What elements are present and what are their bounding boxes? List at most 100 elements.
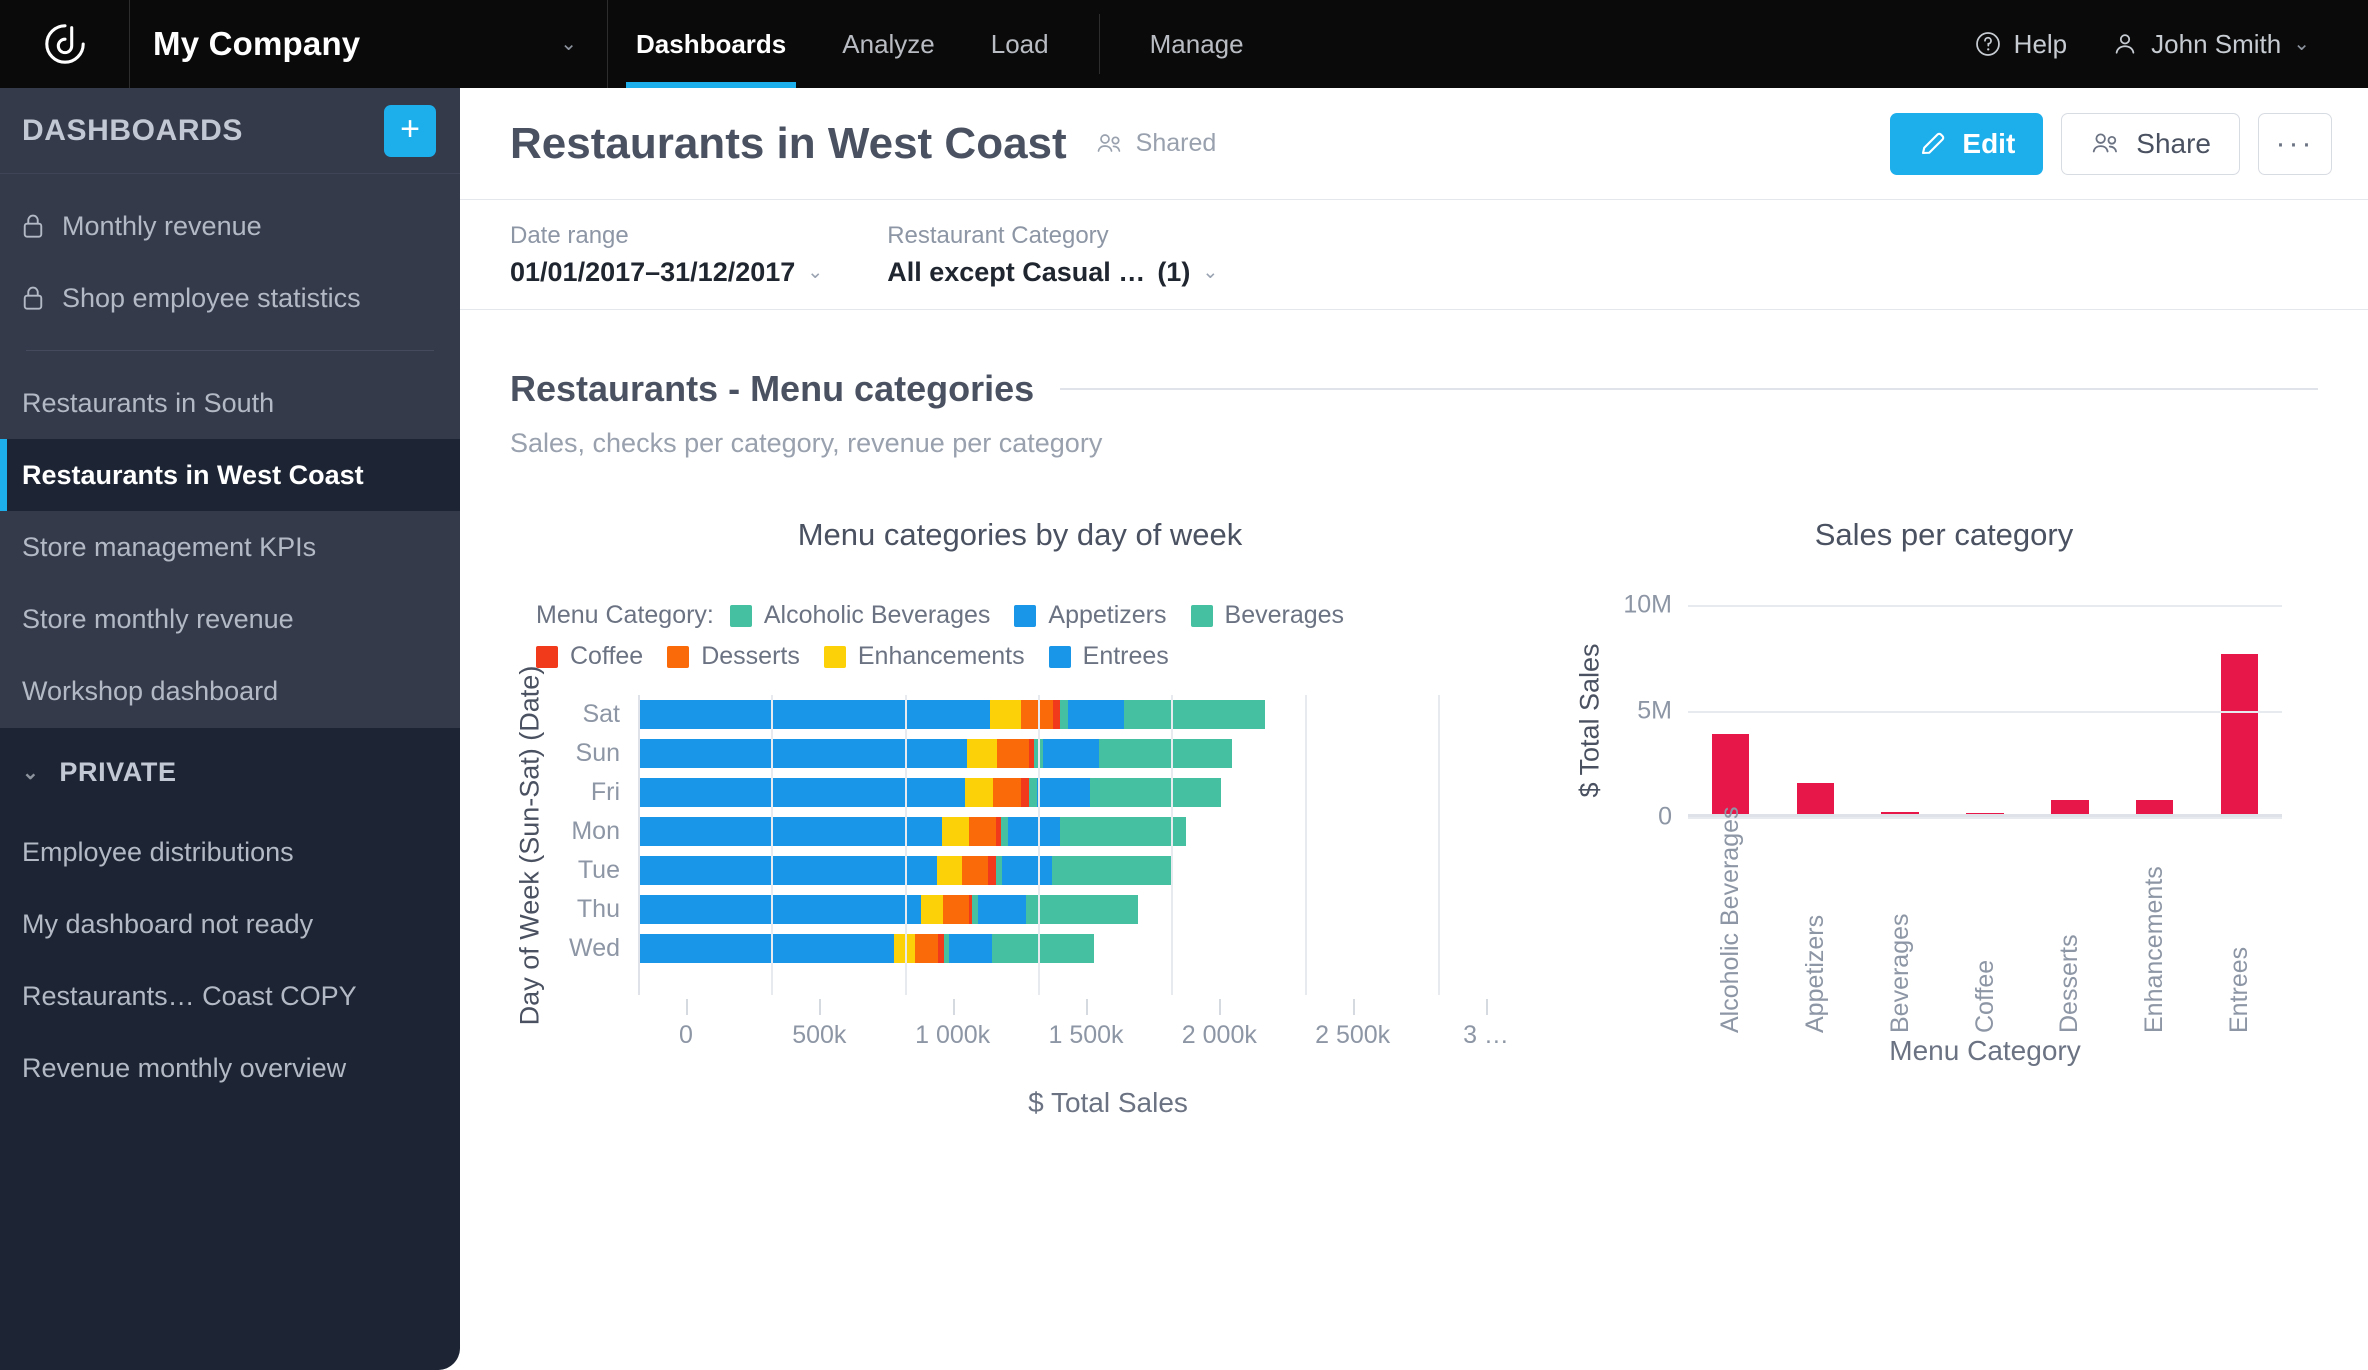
legend-item-coffee[interactable]: Coffee xyxy=(536,642,643,671)
bar-segment[interactable] xyxy=(638,817,942,846)
user-menu[interactable]: John Smith ⌄ xyxy=(2089,29,2332,60)
filter-restaurant-category[interactable]: Restaurant Category All except Casual … … xyxy=(887,222,1218,288)
bar-segment[interactable] xyxy=(1001,856,1053,885)
bar-segment[interactable] xyxy=(1052,856,1171,885)
bar-segment[interactable] xyxy=(1025,895,1138,924)
private-section-toggle[interactable]: ⌄ PRIVATE xyxy=(0,728,460,816)
bar-segment[interactable] xyxy=(997,739,1029,768)
bar-segment[interactable] xyxy=(894,934,916,963)
bar-segment[interactable] xyxy=(949,934,992,963)
legend-item-entrees[interactable]: Entrees xyxy=(1048,642,1169,671)
tab-dashboards[interactable]: Dashboards xyxy=(608,0,814,88)
bar-segment[interactable] xyxy=(1067,700,1124,729)
help-button[interactable]: Help xyxy=(1952,29,2089,60)
bar-segment[interactable] xyxy=(936,856,963,885)
legend-item-appetizers[interactable]: Appetizers xyxy=(1014,601,1167,630)
sidebar-item-my-dashboard-not-ready[interactable]: My dashboard not ready xyxy=(0,888,460,960)
bar-segment[interactable] xyxy=(988,856,996,885)
stacked-bar[interactable] xyxy=(638,856,1171,885)
bar-segment[interactable] xyxy=(1123,700,1266,729)
bar-segment[interactable] xyxy=(638,895,921,924)
bar-segment[interactable] xyxy=(977,895,1026,924)
add-dashboard-button[interactable]: + xyxy=(384,104,436,157)
stacked-bar-plot: Day of Week (Sun-Sat) (Date) Sat Sun Fri Mo… xyxy=(510,665,1530,1025)
bar-segment[interactable] xyxy=(1098,739,1232,768)
people-icon xyxy=(1097,133,1120,152)
bar-segment[interactable] xyxy=(1001,817,1009,846)
bar-segment[interactable] xyxy=(920,895,944,924)
sidebar-item-shop-employee-statistics[interactable]: Shop employee statistics xyxy=(0,262,460,334)
bar-segment[interactable] xyxy=(990,700,1022,729)
bar-segment[interactable] xyxy=(968,817,997,846)
bar-segment[interactable] xyxy=(962,856,989,885)
sidebar-item-label: Shop employee statistics xyxy=(62,282,361,313)
sidebar-item-employee-distributions[interactable]: Employee distributions xyxy=(0,816,460,888)
legend-item-desserts[interactable]: Desserts xyxy=(667,642,800,671)
legend-item-alcoholic-beverages[interactable]: Alcoholic Beverages xyxy=(729,601,990,630)
axis-tick-label: 0 xyxy=(1658,802,1672,831)
bar-segment[interactable] xyxy=(1042,739,1099,768)
bar-segment[interactable] xyxy=(638,778,965,807)
stacked-bar[interactable] xyxy=(638,700,1266,729)
company-selector[interactable]: My Company ⌄ xyxy=(130,0,608,88)
bar-segment[interactable] xyxy=(1060,700,1068,729)
bar-segment[interactable] xyxy=(1021,700,1053,729)
axis-tick-label: Beverages xyxy=(1885,913,1914,1033)
bar-segment[interactable] xyxy=(638,739,968,768)
bar-segment[interactable] xyxy=(1029,778,1037,807)
chevron-down-icon: ⌄ xyxy=(1202,261,1219,283)
tab-load[interactable]: Load xyxy=(963,0,1077,88)
sidebar-item-restaurants-in-west-coast[interactable]: Restaurants in West Coast xyxy=(0,439,460,511)
bar[interactable] xyxy=(2220,653,2259,817)
shared-badge: Shared xyxy=(1095,129,1216,158)
bar-segment[interactable] xyxy=(638,856,937,885)
bar-segment[interactable] xyxy=(967,739,998,768)
tab-analyze[interactable]: Analyze xyxy=(814,0,963,88)
bar-segment[interactable] xyxy=(638,934,894,963)
bar-segment[interactable] xyxy=(991,934,1095,963)
sidebar-item-restaurants-coast-copy[interactable]: Restaurants… Coast COPY xyxy=(0,960,460,1032)
app-logo[interactable] xyxy=(0,0,130,88)
stacked-bar[interactable] xyxy=(638,778,1221,807)
sidebar-item-revenue-monthly-overview[interactable]: Revenue monthly overview xyxy=(0,1032,460,1104)
sidebar-item-workshop-dashboard[interactable]: Workshop dashboard xyxy=(0,655,460,727)
chart-menu-categories-by-day: Menu categories by day of week Menu Cate… xyxy=(510,517,1530,1119)
legend-item-beverages[interactable]: Beverages xyxy=(1190,601,1344,630)
edit-button[interactable]: Edit xyxy=(1890,112,2044,175)
stacked-bar[interactable] xyxy=(638,739,1232,768)
bar-track xyxy=(638,773,1530,812)
bar[interactable] xyxy=(1711,734,1750,817)
more-options-button[interactable]: ··· xyxy=(2258,112,2332,175)
bar-segment[interactable] xyxy=(1090,778,1221,807)
bar-segment[interactable] xyxy=(1008,817,1061,846)
bar-segment[interactable] xyxy=(1033,739,1043,768)
bar-segment[interactable] xyxy=(638,700,990,729)
bar[interactable] xyxy=(1796,783,1834,817)
bar-segment[interactable] xyxy=(992,778,1022,807)
bar-segment[interactable] xyxy=(964,778,993,807)
stacked-bar[interactable] xyxy=(638,817,1186,846)
sidebar-item-restaurants-in-south[interactable]: Restaurants in South xyxy=(0,367,460,439)
bar-segment[interactable] xyxy=(1036,778,1091,807)
bar-row-label: Fri xyxy=(590,778,620,806)
share-button[interactable]: Share xyxy=(2061,112,2240,175)
axis-tick-label: 10M xyxy=(1623,590,1672,619)
stacked-bar[interactable] xyxy=(638,895,1138,924)
x-axis-label-cell: Entrees xyxy=(2197,823,2282,1033)
bar-segment[interactable] xyxy=(1060,817,1186,846)
tab-manage[interactable]: Manage xyxy=(1122,0,1272,88)
filter-date-range[interactable]: Date range 01/01/2017–31/12/2017 ⌄ xyxy=(510,222,823,288)
bar-segment[interactable] xyxy=(915,934,938,963)
bar-segment[interactable] xyxy=(942,817,969,846)
bar-row-label: Wed xyxy=(569,934,620,962)
legend-item-enhancements[interactable]: Enhancements xyxy=(823,642,1025,671)
sidebar-item-store-monthly-revenue[interactable]: Store monthly revenue xyxy=(0,583,460,655)
sidebar-item-store-management-kpis[interactable]: Store management KPIs xyxy=(0,511,460,583)
bar-segment[interactable] xyxy=(1052,700,1061,729)
x-axis-title: $ Total Sales xyxy=(1028,1087,1188,1118)
nav-right-group: Help John Smith ⌄ xyxy=(1952,0,2368,88)
stacked-bar[interactable] xyxy=(638,934,1095,963)
bar-segment[interactable] xyxy=(1021,778,1030,807)
sidebar-item-monthly-revenue[interactable]: Monthly revenue xyxy=(0,190,460,262)
bar-segment[interactable] xyxy=(943,895,969,924)
